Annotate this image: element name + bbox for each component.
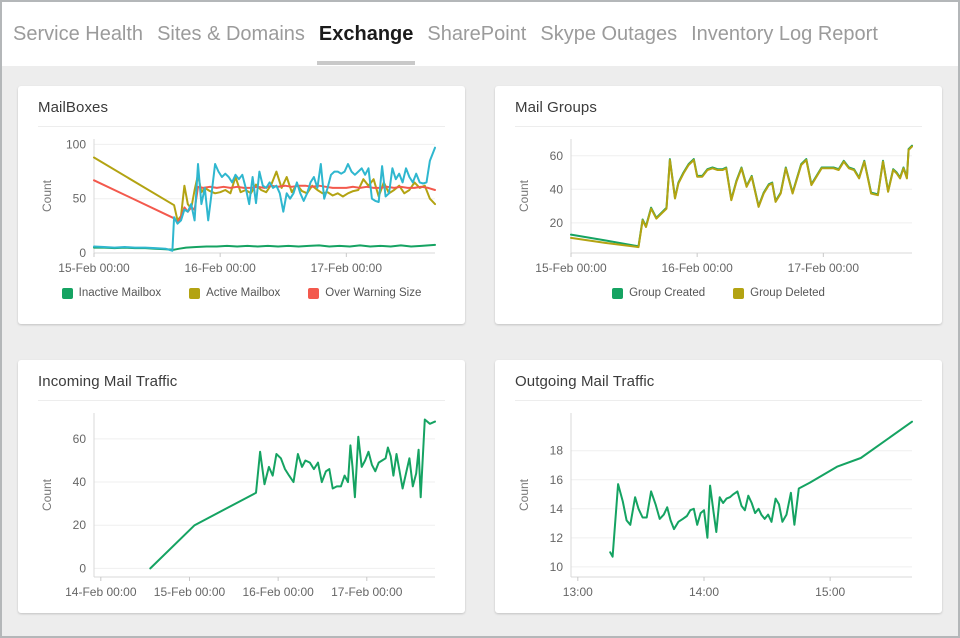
legend-label: Inactive Mailbox [79,287,161,299]
legend-swatch [189,288,200,299]
y-tick-label: 20 [550,216,564,230]
mailboxes-legend: Inactive Mailbox Active Mailbox Over Warni… [38,279,445,301]
x-tick-label: 14-Feb 00:00 [65,585,137,599]
tab-label: Exchange [319,23,413,46]
series-line-unlabeled [610,422,912,557]
x-tick-label: 13:00 [563,585,593,599]
y-axis-title: Count [517,478,531,511]
legend-item-active-mailbox[interactable]: Active Mailbox [189,287,280,299]
legend-swatch [62,288,73,299]
legend-label: Over Warning Size [325,287,421,299]
x-tick-label: 15-Feb 00:00 [154,585,226,599]
series-line-group-deleted [571,147,912,248]
legend-label: Group Created [629,287,705,299]
tab-skype-outages[interactable]: Skype Outages [533,2,684,66]
tab-label: Sites & Domains [157,23,305,46]
tab-inventory-log-report[interactable]: Inventory Log Report [684,2,885,66]
panel-divider [38,400,445,401]
chart-svg: 0 20 40 60 14-Feb 00:00 15-Feb 00:00 16-Feb 00… [38,403,445,603]
x-tick-label: 14:00 [689,585,719,599]
tab-exchange[interactable]: Exchange [312,2,420,66]
x-tick-label: 16-Feb 00:00 [184,261,256,275]
legend-swatch [308,288,319,299]
x-tick-label: 17-Feb 00:00 [788,261,860,275]
y-tick-label: 14 [550,502,564,516]
legend-swatch [733,288,744,299]
mail-groups-line-chart: 20 40 60 15-Feb 00:00 16-Feb 00:00 17-Feb 00:… [515,129,922,279]
series-line-group-created [571,146,912,247]
y-tick-label: 0 [79,246,86,260]
mail-groups-legend: Group Created Group Deleted [515,279,922,301]
y-tick-label: 0 [79,561,86,575]
tab-label: Inventory Log Report [691,23,878,46]
x-tick-label: 15:00 [815,585,845,599]
panel-incoming-mail-traffic: Incoming Mail Traffic 0 20 40 60 14-Feb 00:0… [18,360,465,613]
chart-svg: 0 50 100 15-Feb 00:00 16-Feb 00:00 17-Feb 00:… [38,129,445,279]
chart-svg: 20 40 60 15-Feb 00:00 16-Feb 00:00 17-Feb 00:… [515,129,922,279]
legend-item-group-deleted[interactable]: Group Deleted [733,287,825,299]
tab-label: SharePoint [427,23,526,46]
panel-mail-groups: Mail Groups 20 40 60 15-Feb 00:00 16-Feb 00:… [495,86,942,324]
legend-item-over-warning-size[interactable]: Over Warning Size [308,287,421,299]
mailboxes-line-chart: 0 50 100 15-Feb 00:00 16-Feb 00:00 17-Feb 00:… [38,129,445,279]
y-tick-label: 60 [73,432,87,446]
series-line-unlabeled [94,148,435,251]
chart-title-incoming-mail-traffic: Incoming Mail Traffic [38,373,445,390]
x-tick-label: 15-Feb 00:00 [58,261,130,275]
chart-title-outgoing-mail-traffic: Outgoing Mail Traffic [515,373,922,390]
x-tick-label: 15-Feb 00:00 [535,261,607,275]
incoming-mail-traffic-line-chart: 0 20 40 60 14-Feb 00:00 15-Feb 00:00 16-Feb 00… [38,403,445,603]
panel-mailboxes: MailBoxes 0 50 100 15-Feb 00:00 16-Feb 00:00… [18,86,465,324]
legend-item-inactive-mailbox[interactable]: Inactive Mailbox [62,287,161,299]
x-tick-label: 16-Feb 00:00 [661,261,733,275]
tab-sharepoint[interactable]: SharePoint [420,2,533,66]
outgoing-mail-traffic-line-chart: 10 12 14 16 18 13:00 14:00 15:00 Count [515,403,922,603]
y-tick-label: 20 [73,518,87,532]
chart-title-mail-groups: Mail Groups [515,99,922,116]
y-axis-title: Count [40,478,54,511]
y-tick-label: 16 [550,473,564,487]
y-tick-label: 50 [73,192,87,206]
app-window: Service Health Sites & Domains Exchange Sha… [0,0,960,638]
chart-svg: 10 12 14 16 18 13:00 14:00 15:00 Count [515,403,922,603]
tab-label: Skype Outages [540,23,677,46]
panel-divider [515,400,922,401]
tab-service-health[interactable]: Service Health [6,2,150,66]
y-tick-label: 12 [550,531,564,545]
dashboard-content: MailBoxes 05010015-Feb 00:0016-Feb 00:00… [2,66,958,637]
y-tick-label: 10 [550,560,564,574]
y-tick-label: 60 [550,149,564,163]
tab-label: Service Health [13,23,143,46]
legend-label: Active Mailbox [206,287,280,299]
legend-label: Group Deleted [750,287,825,299]
y-axis-title: Count [517,179,531,212]
y-axis-title: Count [40,179,54,212]
tab-sites-domains[interactable]: Sites & Domains [150,2,312,66]
x-tick-label: 16-Feb 00:00 [242,585,314,599]
panel-outgoing-mail-traffic: Outgoing Mail Traffic 10 12 14 16 18 13:00 14:… [495,360,942,613]
tab-bar: Service Health Sites & Domains Exchange Sha… [2,2,958,66]
legend-swatch [612,288,623,299]
y-tick-label: 40 [73,475,87,489]
legend-item-group-created[interactable]: Group Created [612,287,705,299]
series-line-unlabeled [150,420,435,569]
panel-divider [38,126,445,127]
y-tick-label: 100 [66,137,86,151]
y-tick-label: 18 [550,444,564,458]
x-tick-label: 17-Feb 00:00 [311,261,383,275]
x-tick-label: 17-Feb 00:00 [331,585,403,599]
chart-title-mailboxes: MailBoxes [38,99,445,116]
y-tick-label: 40 [550,182,564,196]
panel-divider [515,126,922,127]
